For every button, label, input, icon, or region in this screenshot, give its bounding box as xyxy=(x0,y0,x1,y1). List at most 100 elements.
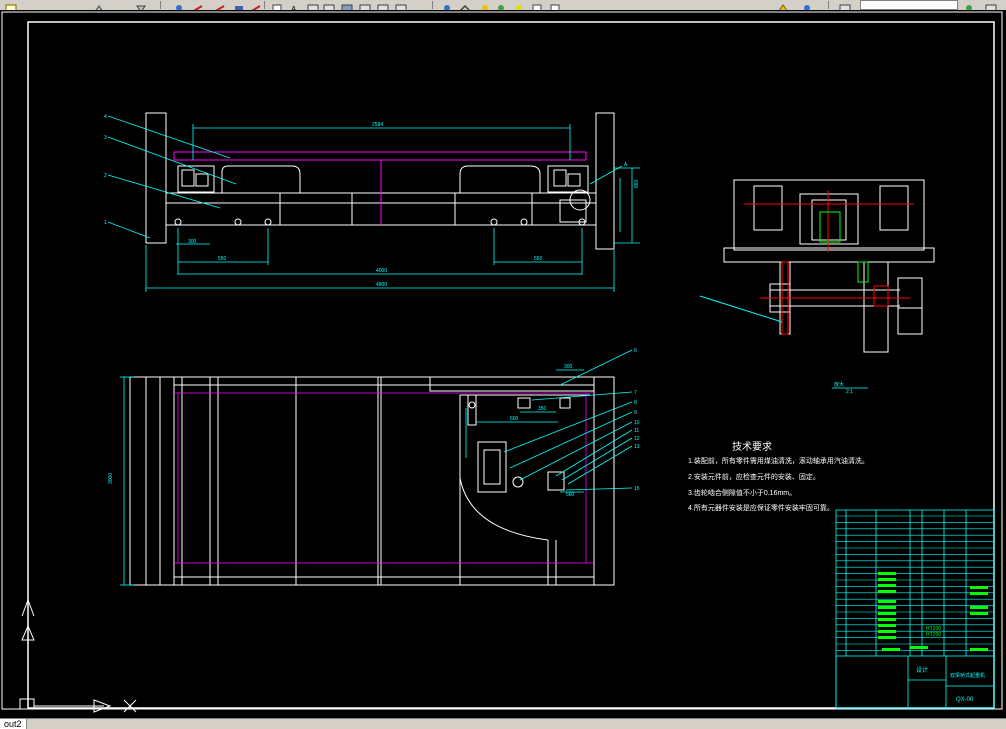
toolbar-button[interactable] xyxy=(494,0,508,10)
toolbar-button[interactable] xyxy=(134,0,148,10)
bom-cell-text xyxy=(878,612,896,615)
dim-text: 860 xyxy=(634,179,640,188)
bom-cell-text xyxy=(878,630,896,633)
toolbar-button[interactable] xyxy=(800,0,814,10)
toolbar-button[interactable] xyxy=(394,0,408,10)
tech-title: 技术要求 xyxy=(732,440,772,453)
bom-cell-text xyxy=(970,592,988,595)
toolbar-button[interactable] xyxy=(322,0,336,10)
bom-cell-text xyxy=(878,578,896,581)
toolbar-button[interactable] xyxy=(172,0,186,10)
toolbar-separator xyxy=(432,1,433,9)
layout-tabs-bar: out2 xyxy=(0,718,1006,729)
part-label: 9 xyxy=(634,410,637,416)
toolbar-button[interactable] xyxy=(530,0,544,10)
toolbar-button[interactable] xyxy=(376,0,390,10)
detail-scale-text: 2:1 xyxy=(846,389,853,395)
bom-cell-text xyxy=(970,648,988,651)
tech-item: 3.齿轮啮合侧隙值不小于0.16mm。 xyxy=(688,488,796,497)
outer-frame xyxy=(1,11,1003,710)
part-label: 15 xyxy=(634,486,640,492)
toolbar-button[interactable] xyxy=(440,0,454,10)
inner-frame xyxy=(27,21,995,709)
toolbar-button[interactable] xyxy=(458,0,472,10)
dim-text: 550 xyxy=(534,256,543,262)
part-label: 13 xyxy=(634,444,640,450)
toolbar-button[interactable]: A xyxy=(288,0,302,10)
dim-text: 300 xyxy=(564,364,573,370)
toolbar-button[interactable] xyxy=(232,0,246,10)
dim-text: 300 xyxy=(188,239,197,245)
bom-cell-text xyxy=(878,624,896,627)
part-label: 2 xyxy=(104,173,107,179)
toolbar-button[interactable] xyxy=(92,0,106,10)
title-block-designer: 设计 xyxy=(916,666,928,674)
toolbar-button[interactable] xyxy=(512,0,526,10)
dim-text: 4800 xyxy=(376,282,387,288)
toolbar-button[interactable] xyxy=(4,0,18,10)
bom-cell-text xyxy=(970,586,988,589)
bom-cell-text xyxy=(878,590,896,593)
dim-text: 560 xyxy=(566,492,575,498)
dim-text: 350 xyxy=(538,406,547,412)
part-label: 10 xyxy=(634,420,640,426)
toolbar-button[interactable] xyxy=(358,0,372,10)
bom-cell-text xyxy=(878,600,896,603)
bom-cell-text xyxy=(878,618,896,621)
dim-text: 550 xyxy=(218,256,227,262)
layer-dropdown[interactable] xyxy=(860,0,958,10)
bom-cell-text xyxy=(878,584,896,587)
part-label: 6 xyxy=(634,348,637,354)
bom-cell-text xyxy=(970,606,988,609)
toolbar-button[interactable] xyxy=(190,0,204,10)
front-elevation-view xyxy=(145,112,615,250)
dim-text: 4000 xyxy=(376,268,387,274)
tech-item: 2.安装元件前，应检查元件的安装、固定。 xyxy=(688,472,820,481)
title-block-title: 双梁桥式起重机 xyxy=(950,672,985,679)
toolbar-button[interactable] xyxy=(340,0,354,10)
dim-text: 3000 xyxy=(108,473,114,484)
toolbar-separator xyxy=(160,1,161,9)
tech-item: 1.装配前，所有零件需用煤油清洗，滚动轴承用汽油清洗。 xyxy=(688,456,869,465)
part-label: 11 xyxy=(634,428,639,434)
bom-cell-text xyxy=(882,648,900,651)
drawing-canvas: 2584 300 550 550 4000 4800 860 4 3 2 1 A xyxy=(1,11,1003,713)
bom-cell-text xyxy=(878,606,896,609)
bom-cell-text xyxy=(970,612,988,615)
ucs-icon xyxy=(19,598,137,713)
bom-cell-text xyxy=(878,636,896,639)
detail-marker: A xyxy=(624,162,628,168)
detail-caption-text: 放大 xyxy=(834,381,844,388)
toolbar-button[interactable] xyxy=(270,0,284,10)
toolbar-button[interactable] xyxy=(306,0,320,10)
toolbar-button[interactable] xyxy=(248,0,262,10)
part-label: 3 xyxy=(104,135,107,141)
part-label: 7 xyxy=(634,390,637,396)
plan-view-dim-text: 3000 300 600 350 560 6 7 8 9 10 11 12 13… xyxy=(108,348,640,498)
bom-cell-text xyxy=(910,646,928,649)
part-label: 1 xyxy=(104,220,107,226)
drawing-viewport[interactable]: 2584 300 550 550 4000 4800 860 4 3 2 1 A xyxy=(0,10,1006,718)
title-block-drawing-no: QX-00 xyxy=(956,697,974,703)
technical-requirements: 技术要求 1.装配前，所有零件需用煤油清洗，滚动轴承用汽油清洗。 2.安装元件前… xyxy=(688,440,869,512)
detail-view xyxy=(723,179,935,353)
part-label: 4 xyxy=(104,114,107,120)
toolbar-button[interactable] xyxy=(838,0,852,10)
toolbar-button[interactable] xyxy=(548,0,562,10)
toolbar-separator xyxy=(264,1,265,9)
toolbar-button[interactable] xyxy=(962,0,976,10)
toolbar-button[interactable] xyxy=(776,0,790,10)
toolbar-button[interactable] xyxy=(212,0,226,10)
bom-cell-text xyxy=(878,572,896,575)
dim-text: 2584 xyxy=(372,122,383,128)
part-label: 8 xyxy=(634,400,637,406)
tech-item: 4.所有元器件安装是应保证零件安装牢固可靠。 xyxy=(688,503,834,512)
part-label: 12 xyxy=(634,436,640,442)
detail-caption: 放大 2:1 xyxy=(832,381,868,395)
toolbar-button[interactable] xyxy=(984,0,998,10)
toolbar-button[interactable] xyxy=(478,0,492,10)
bom-table xyxy=(836,515,994,651)
bom-material: HT200 xyxy=(926,632,941,638)
dim-text: 600 xyxy=(510,416,519,422)
toolbar-separator xyxy=(828,1,829,9)
